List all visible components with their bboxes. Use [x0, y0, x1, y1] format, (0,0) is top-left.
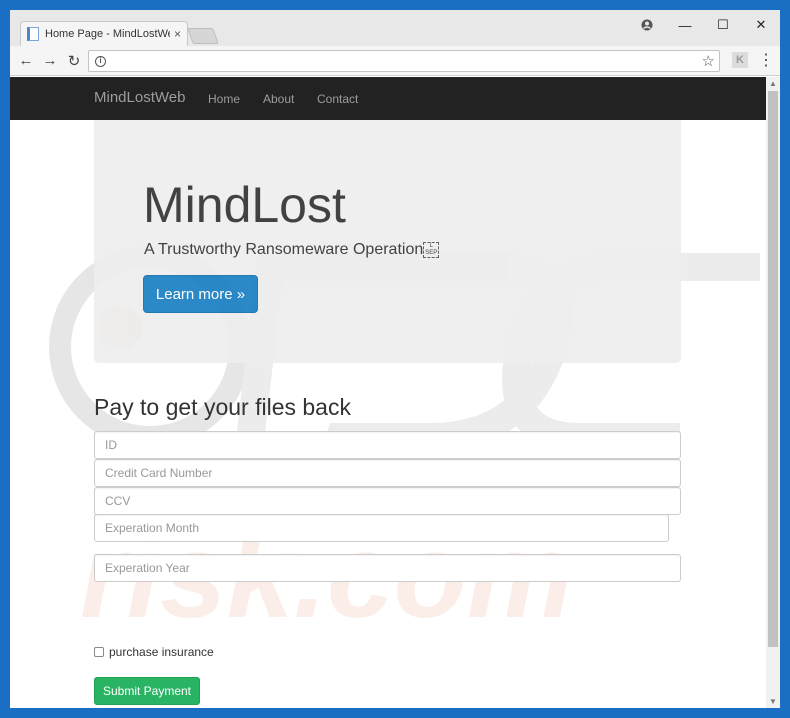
nav-link-home[interactable]: Home [208, 92, 240, 106]
info-icon[interactable]: i [95, 55, 106, 67]
browser-window: Home Page - MindLostWe × — ☐ ✕ ← → ↻ i ☆ [0, 0, 790, 718]
expiration-year-input[interactable]: Experation Year [94, 554, 681, 582]
site-brand[interactable]: MindLostWeb [94, 89, 185, 106]
maximize-button[interactable]: ☐ [704, 10, 742, 40]
nav-link-contact[interactable]: Contact [317, 92, 358, 106]
sep-glyph-bottom: SEP [425, 249, 438, 256]
hero-subtitle: A Trustworthy Ransomeware Operation L SEP [144, 241, 440, 259]
browser-menu-icon[interactable]: ⋮ [758, 50, 774, 70]
minimize-button[interactable]: — [666, 10, 704, 40]
new-tab-button[interactable] [187, 28, 219, 44]
nav-link-about[interactable]: About [263, 92, 294, 106]
scroll-thumb[interactable] [768, 91, 778, 647]
reload-button[interactable]: ↻ [62, 49, 86, 73]
tab-strip: Home Page - MindLostWe × — ☐ ✕ [10, 10, 780, 46]
forward-button[interactable]: → [38, 49, 62, 73]
scroll-down-arrow-icon[interactable]: ▼ [769, 697, 777, 706]
window-controls: — ☐ ✕ [628, 10, 780, 40]
close-window-button[interactable]: ✕ [742, 10, 780, 40]
submit-payment-button[interactable]: Submit Payment [94, 677, 200, 705]
browser-toolbar: ← → ↻ i ☆ K ⋮ [10, 46, 780, 76]
tab-title: Home Page - MindLostWe [45, 28, 170, 40]
insurance-option: purchase insurance [94, 645, 214, 659]
expiration-month-input[interactable]: Experation Month [94, 514, 669, 542]
scroll-up-arrow-icon[interactable]: ▲ [769, 79, 777, 88]
ccv-input[interactable]: CCV [94, 487, 681, 515]
hero-jumbotron: MindLost A Trustworthy Ransomeware Opera… [94, 120, 681, 363]
page-scrollbar[interactable]: ▲ ▼ [766, 77, 780, 708]
credit-card-input[interactable]: Credit Card Number [94, 459, 681, 487]
tab-close-icon[interactable]: × [174, 27, 181, 41]
site-navbar: MindLostWeb Home About Contact [10, 77, 766, 120]
insurance-checkbox[interactable] [94, 647, 104, 657]
learn-more-button[interactable]: Learn more » [143, 275, 258, 313]
hero-subtitle-text: A Trustworthy Ransomeware Operation [144, 241, 424, 258]
sep-glyph: L SEP [423, 241, 440, 258]
page-viewport: risk.com MindLostWeb Home About Contact … [10, 77, 766, 708]
page-favicon-icon [27, 27, 39, 41]
extension-icon[interactable]: K [732, 52, 748, 68]
tab-home-page[interactable]: Home Page - MindLostWe × [20, 21, 188, 46]
payment-heading: Pay to get your files back [94, 394, 351, 420]
bookmark-star-icon[interactable]: ☆ [702, 52, 715, 70]
back-button[interactable]: ← [14, 49, 38, 73]
sep-glyph-top: L [429, 242, 433, 249]
browser-chrome: Home Page - MindLostWe × — ☐ ✕ ← → ↻ i ☆ [10, 10, 780, 708]
profile-icon [641, 19, 653, 31]
profile-button[interactable] [628, 10, 666, 40]
id-input[interactable]: ID [94, 431, 681, 459]
hero-title: MindLost [143, 177, 346, 233]
address-bar[interactable]: i ☆ [88, 50, 720, 72]
insurance-label: purchase insurance [109, 645, 214, 659]
